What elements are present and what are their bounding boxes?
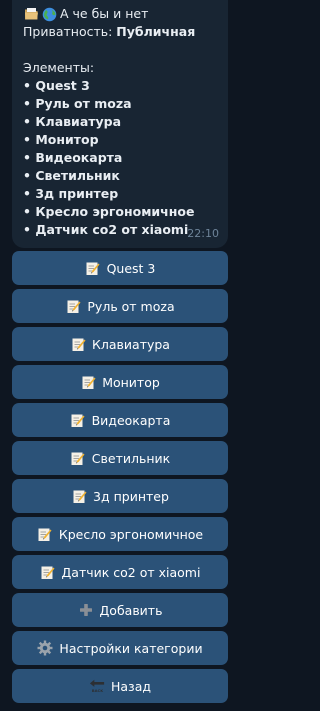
memo-icon: [65, 298, 81, 314]
item-line: • Клавиатура: [23, 114, 122, 129]
memo-icon: [40, 564, 56, 580]
memo-icon: [70, 336, 86, 352]
message-bubble: А че бы и нет Приватность: Публичная Эле…: [12, 0, 228, 248]
button-klaviatura[interactable]: Клавиатура: [12, 327, 228, 361]
item-line: • Руль от moza: [23, 96, 132, 111]
button-label: Quest 3: [106, 260, 156, 276]
button-rul-ot-moza[interactable]: Руль от moza: [12, 289, 228, 323]
folder-icon: [23, 6, 39, 22]
memo-icon: [70, 412, 86, 428]
globe-icon: [41, 6, 57, 22]
item-line: • Видеокарта: [23, 150, 123, 165]
memo-icon: [70, 450, 86, 466]
item-line: • Монитор: [23, 132, 99, 147]
message-title-row: А че бы и нет: [23, 5, 218, 23]
button-label: Клавиатура: [92, 336, 170, 352]
memo-icon: [71, 488, 87, 504]
button-datchik-co2[interactable]: Датчик co2 от xiaomi: [12, 555, 228, 589]
items-header: Элементы:: [23, 60, 95, 75]
button-videokarta[interactable]: Видеокарта: [12, 403, 228, 437]
back-button[interactable]: BACK Назад: [12, 669, 228, 703]
button-svetilnik[interactable]: Светильник: [12, 441, 228, 475]
button-kreslo-ergonomichnoe[interactable]: Кресло эргономичное: [12, 517, 228, 551]
button-label: Монитор: [102, 374, 160, 390]
gear-icon: [37, 640, 53, 656]
item-line: • Светильник: [23, 168, 120, 183]
button-3d-printer[interactable]: 3д принтер: [12, 479, 228, 513]
item-line: • 3д принтер: [23, 186, 119, 201]
button-label: Кресло эргономичное: [58, 526, 204, 542]
item-line: • Quest 3: [23, 78, 90, 93]
memo-icon: [80, 374, 96, 390]
add-button[interactable]: Добавить: [12, 593, 228, 627]
button-label: Назад: [110, 678, 151, 694]
button-label: Настройки категории: [59, 640, 203, 656]
message-title: А че бы и нет: [60, 6, 149, 21]
button-label: Видеокарта: [91, 412, 171, 428]
button-label: Светильник: [91, 450, 171, 466]
svg-text:BACK: BACK: [92, 689, 103, 693]
memo-icon: [37, 526, 53, 542]
title-icons: [23, 6, 57, 22]
privacy-label: Приватность:: [23, 24, 117, 39]
privacy-line: Приватность: Публичная: [23, 23, 218, 41]
memo-icon: [85, 260, 101, 276]
item-line: • Кресло эргономичное: [23, 204, 195, 219]
button-label: Руль от moza: [87, 298, 175, 314]
button-quest-3[interactable]: Quest 3: [12, 251, 228, 285]
button-label: 3д принтер: [93, 488, 169, 504]
message-time: 22:10: [187, 227, 219, 240]
category-settings-button[interactable]: Настройки категории: [12, 631, 228, 665]
privacy-value: Публичная: [116, 24, 196, 39]
button-label: Добавить: [99, 602, 163, 618]
plus-icon: [78, 602, 94, 618]
button-label: Датчик co2 от xiaomi: [61, 564, 201, 580]
button-monitor[interactable]: Монитор: [12, 365, 228, 399]
back-arrow-icon: BACK: [89, 678, 105, 694]
